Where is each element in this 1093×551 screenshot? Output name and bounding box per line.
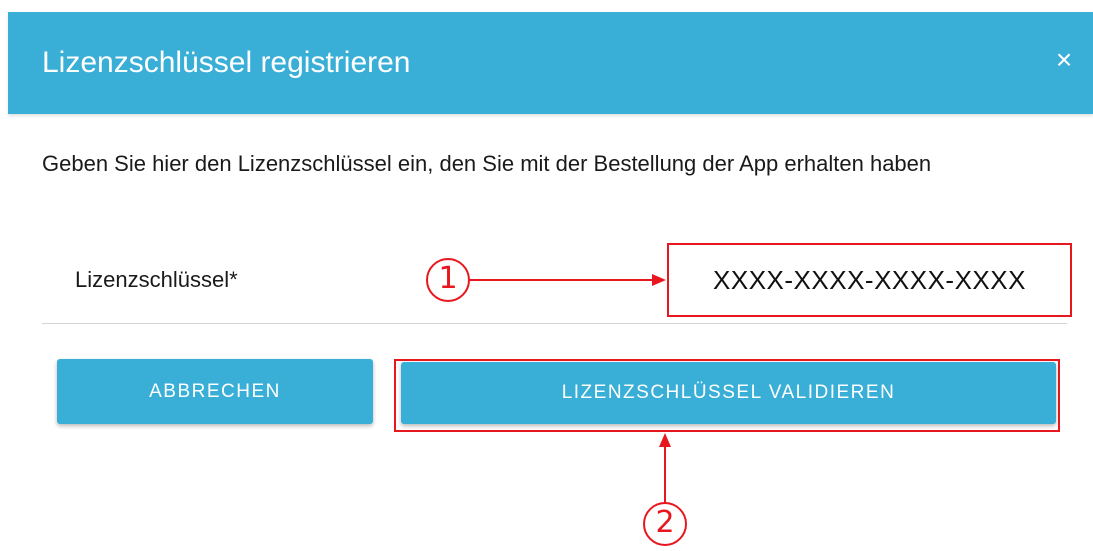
callout-2-arrowhead xyxy=(659,433,671,447)
field-divider xyxy=(42,323,1067,324)
license-key-field[interactable]: XXXX-XXXX-XXXX-XXXX xyxy=(667,243,1072,317)
license-key-label: Lizenzschlüssel* xyxy=(75,267,238,292)
dialog-title: Lizenzschlüssel registrieren xyxy=(42,46,411,79)
instruction-text: Geben Sie hier den Lizenzschlüssel ein, … xyxy=(42,151,932,176)
close-icon[interactable]: × xyxy=(1049,45,1079,75)
callout-1-arrowhead xyxy=(652,274,666,286)
callout-1-number: 1 xyxy=(438,261,458,296)
license-dialog: Lizenzschlüssel registrieren × Geben Sie… xyxy=(0,0,1093,551)
cancel-button[interactable]: ABBRECHEN xyxy=(57,359,373,424)
dialog-header: Lizenzschlüssel registrieren × xyxy=(8,12,1093,114)
callout-2-number: 2 xyxy=(655,505,675,540)
validate-license-button[interactable]: LIZENZSCHLÜSSEL VALIDIEREN xyxy=(401,362,1056,424)
